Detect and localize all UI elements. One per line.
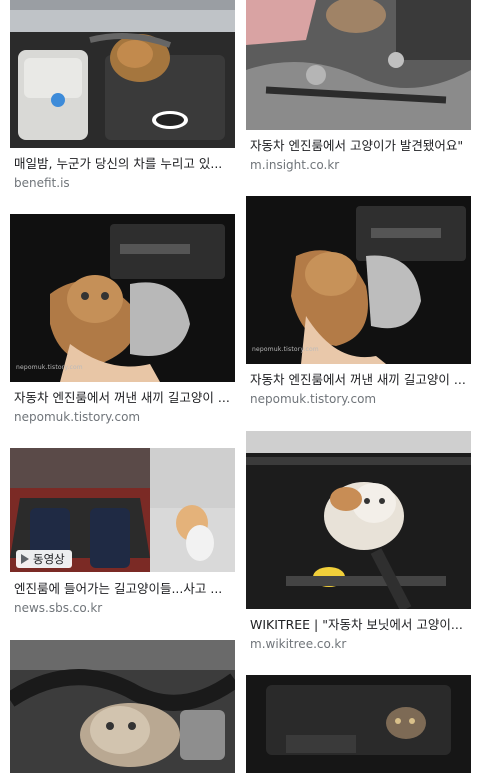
result-card[interactable]: nepomuk.tistory.com 자동차 엔진룸에서 꺼낸 새끼 길고양이… [246, 196, 471, 412]
result-title[interactable]: 자동차 엔진룸에서 고양이가 발견됐어요" [250, 138, 471, 154]
thumbnail-watermark: nepomuk.tistory.com [252, 346, 319, 353]
result-title[interactable]: 자동차 엔진룸에서 꺼낸 새끼 길고양이 ... [14, 390, 235, 406]
result-thumbnail[interactable] [10, 0, 235, 148]
result-source[interactable]: benefit.is [14, 176, 70, 191]
result-thumbnail[interactable] [246, 431, 471, 609]
result-card[interactable] [246, 675, 471, 773]
result-source[interactable]: m.wikitree.co.kr [250, 637, 346, 652]
result-card[interactable]: nepomuk.tistory.com 자동차 엔진룸에서 꺼낸 새끼 길고양이… [10, 214, 235, 434]
result-title[interactable]: 자동차 엔진룸에서 꺼낸 새끼 길고양이 ... [250, 372, 471, 388]
play-icon [21, 554, 29, 564]
result-source[interactable]: nepomuk.tistory.com [14, 410, 140, 425]
result-title[interactable]: 엔진룸에 들어가는 길고양이들...사고 ... [14, 581, 235, 597]
result-source[interactable]: m.insight.co.kr [250, 158, 339, 173]
result-card[interactable]: 자동차 엔진룸에서 고양이가 발견됐어요" m.insight.co.kr [246, 0, 471, 188]
result-thumbnail[interactable]: 동영상 [10, 448, 235, 572]
result-card[interactable]: 매일밤, 누군가 당신의 차를 누리고 있... benefit.is [10, 0, 235, 200]
result-title[interactable]: WIKITREE | "자동차 보닛에서 고양이... [250, 617, 471, 633]
result-source[interactable]: news.sbs.co.kr [14, 601, 102, 616]
result-thumbnail[interactable] [10, 640, 235, 773]
result-title[interactable]: 매일밤, 누군가 당신의 차를 누리고 있... [14, 156, 235, 172]
result-card[interactable]: 동영상 엔진룸에 들어가는 길고양이들...사고 ... news.sbs.co… [10, 448, 235, 624]
result-thumbnail[interactable]: nepomuk.tistory.com [10, 214, 235, 382]
result-card[interactable]: WIKITREE | "자동차 보닛에서 고양이... m.wikitree.c… [246, 431, 471, 656]
result-card[interactable] [10, 640, 235, 773]
result-thumbnail[interactable] [246, 675, 471, 773]
result-thumbnail[interactable]: nepomuk.tistory.com [246, 196, 471, 364]
thumbnail-watermark: nepomuk.tistory.com [16, 364, 83, 371]
video-badge: 동영상 [16, 550, 72, 568]
result-thumbnail[interactable] [246, 0, 471, 130]
result-source[interactable]: nepomuk.tistory.com [250, 392, 376, 407]
video-badge-label: 동영상 [33, 552, 65, 566]
